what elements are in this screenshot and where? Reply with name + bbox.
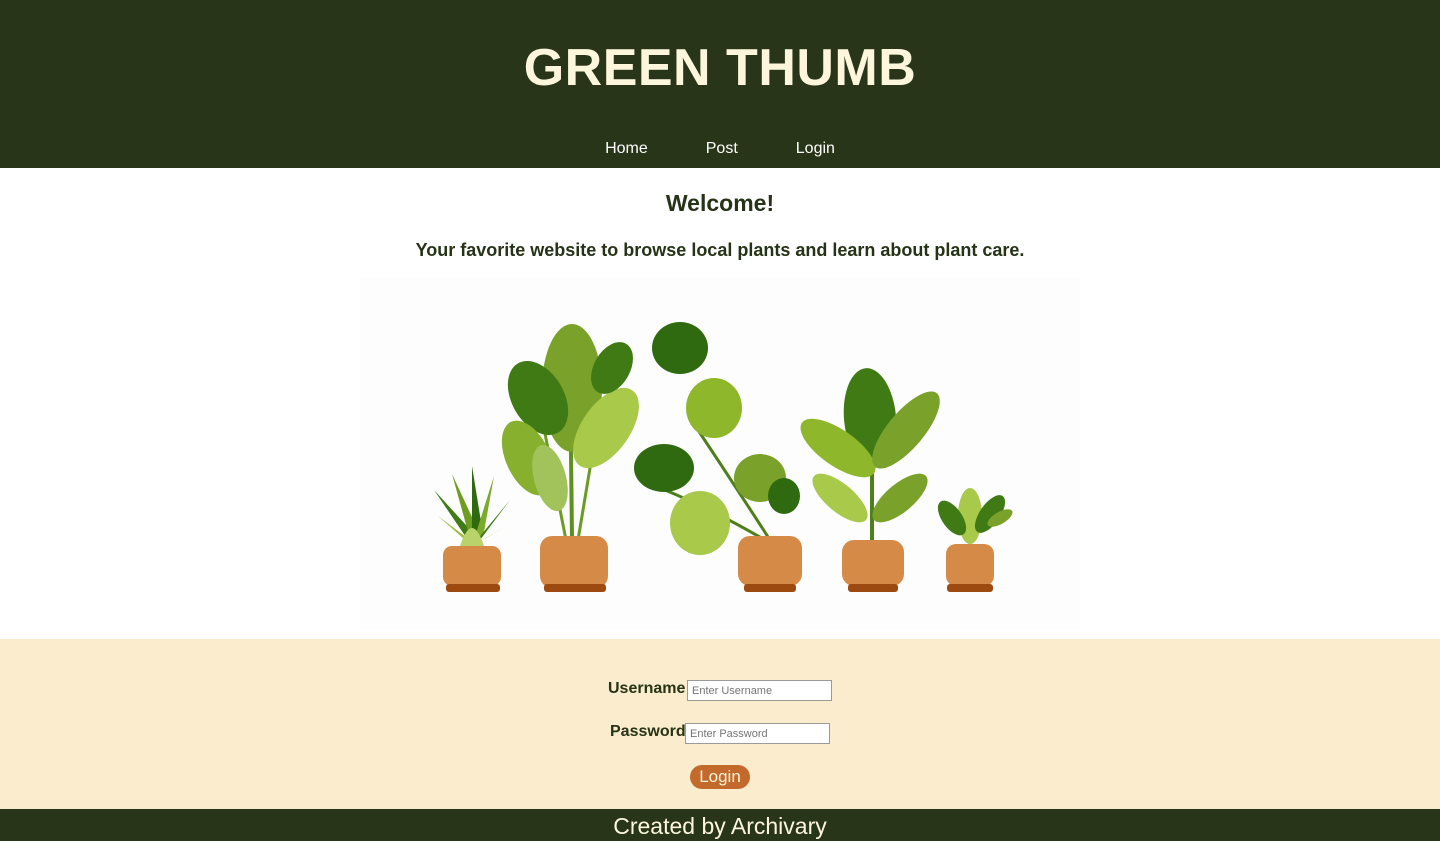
site-footer: Created by Archivary xyxy=(0,809,1440,841)
username-label: Username xyxy=(608,680,686,697)
nav-login-link[interactable]: Login xyxy=(796,140,835,158)
welcome-heading: Welcome! xyxy=(665,190,775,216)
login-submit-button[interactable]: Login xyxy=(690,765,750,789)
site-header: GREEN THUMB Home Post Login xyxy=(0,0,1440,168)
main-nav: Home Post Login xyxy=(0,140,1440,158)
nav-post-link[interactable]: Post xyxy=(706,140,738,158)
site-title: GREEN THUMB xyxy=(523,39,917,97)
tagline: Your favorite website to browse local pl… xyxy=(415,240,1025,260)
footer-credit: Created by Archivary xyxy=(613,813,827,839)
potted-plants-illustration xyxy=(360,278,1080,630)
password-label: Password xyxy=(610,723,686,740)
username-input[interactable] xyxy=(687,680,832,701)
login-form: Username Password Login xyxy=(0,639,1440,809)
password-input[interactable] xyxy=(685,723,830,744)
nav-home-link[interactable]: Home xyxy=(605,140,648,158)
